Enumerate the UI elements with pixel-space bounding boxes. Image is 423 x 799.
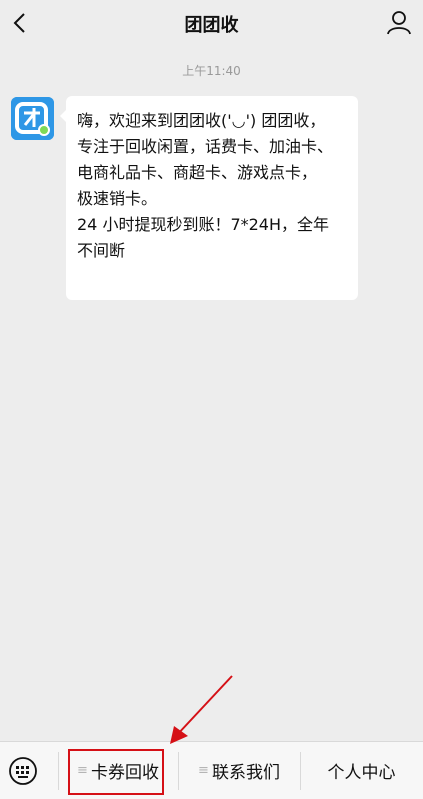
message-timestamp: 上午11:40 (182, 64, 241, 78)
menu-lines-icon: ≡ (198, 763, 209, 778)
tuan-logo-icon (11, 97, 54, 140)
keyboard-icon[interactable] (8, 756, 38, 786)
chat-title: 团团收 (184, 15, 239, 36)
menu-item-label: 联系我们 (211, 763, 280, 783)
menu-item-personal-center[interactable]: 个人中心 (300, 742, 423, 799)
message-line: 电商礼品卡、商超卡、游戏点卡， (77, 163, 318, 182)
message-line: 嗨，欢迎来到团团收('◡') 团团收， (77, 111, 326, 130)
user-icon[interactable] (385, 8, 413, 36)
red-arrow-icon (170, 675, 233, 744)
chat-header: 团团收 (0, 0, 423, 46)
highlight-box (68, 749, 164, 795)
menu-item-label: 个人中心 (327, 763, 396, 783)
message-line: 极速销卡。 (77, 189, 158, 208)
message-line: 专注于回收闲置，话费卡、加油卡、 (77, 137, 334, 156)
message-bubble: 嗨，欢迎来到团团收('◡') 团团收， 专注于回收闲置，话费卡、加油卡、 电商礼… (60, 96, 358, 300)
message-line: 不间断 (77, 241, 126, 260)
message-line: 24 小时提现秒到账！7*24H，全年 (77, 215, 330, 234)
menu-item-contact-us[interactable]: ≡ 联系我们 (178, 742, 300, 799)
avatar[interactable] (11, 97, 54, 140)
